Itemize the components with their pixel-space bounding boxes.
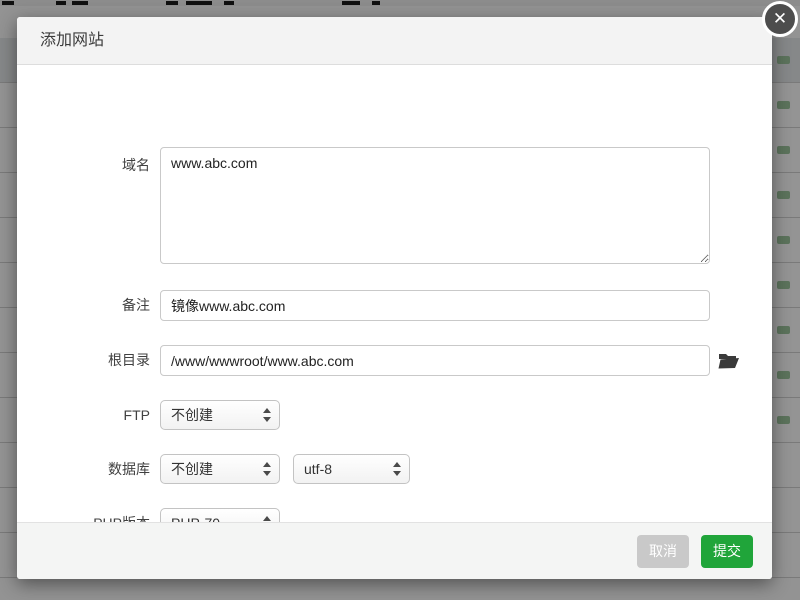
- database-label: 数据库: [35, 454, 150, 484]
- note-input[interactable]: [160, 290, 710, 321]
- dialog-body: 域名 www.abc.com 备注 根目录 FTP 不创建 数据库 不创建: [17, 66, 772, 522]
- dialog-header: 添加网站: [17, 17, 772, 65]
- note-label: 备注: [35, 290, 150, 321]
- ftp-select-wrap: 不创建: [160, 400, 280, 430]
- charset-select[interactable]: utf-8: [293, 454, 410, 484]
- cancel-button[interactable]: 取消: [637, 535, 689, 568]
- database-select-wrap: 不创建: [160, 454, 280, 484]
- ftp-select[interactable]: 不创建: [160, 400, 280, 430]
- domain-label: 域名: [35, 150, 150, 180]
- submit-button[interactable]: 提交: [701, 535, 753, 568]
- charset-select-wrap: utf-8: [293, 454, 410, 484]
- folder-icon[interactable]: [718, 352, 740, 370]
- close-icon[interactable]: ✕: [762, 1, 798, 37]
- domain-textarea[interactable]: www.abc.com: [160, 147, 710, 264]
- root-dir-input[interactable]: [160, 345, 710, 376]
- database-select[interactable]: 不创建: [160, 454, 280, 484]
- dialog-footer: 取消 提交: [17, 522, 772, 579]
- add-website-dialog: ✕ 添加网站 域名 www.abc.com 备注 根目录 FTP 不创建 数据库: [17, 17, 772, 579]
- root-dir-label: 根目录: [35, 345, 150, 376]
- ftp-label: FTP: [35, 400, 150, 430]
- dialog-title: 添加网站: [17, 17, 772, 65]
